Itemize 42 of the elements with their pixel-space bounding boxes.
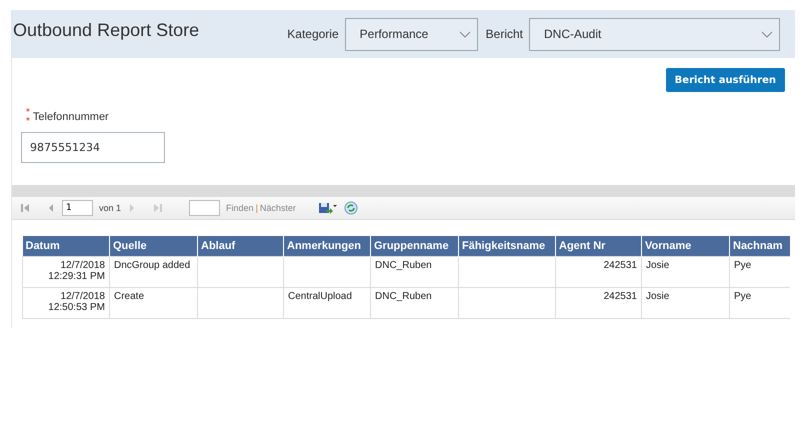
table-cell: CentralUpload	[288, 290, 352, 302]
table-cell: Pye	[734, 260, 752, 270]
chevron-icon	[458, 30, 471, 38]
table-cell: 12/7/2018 12:50:53 PM	[48, 290, 105, 312]
refresh-icon[interactable]	[344, 201, 358, 215]
filter-label: Kategorie	[287, 27, 339, 41]
table-cell: DNC_Ruben	[375, 260, 432, 270]
page-count: von 1	[99, 203, 122, 213]
filter-label: Bericht	[486, 27, 523, 41]
table-cell: Pye	[734, 290, 752, 302]
column-header: Nachnam	[730, 236, 790, 256]
save-icon[interactable]	[318, 202, 338, 214]
table-cell: DncGroup added	[114, 260, 190, 270]
column-header: Agent Nr	[556, 236, 642, 256]
table-cell: Josie	[646, 260, 670, 270]
table-cell: DNC_Ruben	[375, 290, 432, 302]
separator: |	[256, 203, 258, 213]
page-input[interactable]: 1	[62, 200, 93, 216]
run-report-button[interactable]: Bericht ausführen	[666, 68, 785, 92]
chevron-icon	[761, 30, 773, 38]
table-cell: Create	[114, 290, 144, 302]
required-marker: *	[26, 117, 30, 126]
column-header: Vorname	[642, 236, 730, 256]
first-page-icon[interactable]	[20, 203, 30, 213]
table-cell: 242531	[604, 290, 637, 302]
table-cell: 12/7/2018 12:29:31 PM	[48, 260, 105, 282]
column-header: Gruppenname	[370, 236, 458, 256]
column-header: Quelle	[110, 236, 198, 256]
column-header: Fähigkeitsname	[458, 236, 556, 256]
find-input[interactable]	[189, 200, 220, 216]
column-header: Ablauf	[198, 236, 284, 256]
table-cell: 242531	[604, 260, 637, 270]
table-cell: Josie	[646, 290, 670, 302]
filter-select[interactable]: Performance	[344, 18, 478, 50]
last-page-icon[interactable]	[153, 203, 164, 213]
required-marker: *	[26, 108, 30, 117]
filter-select[interactable]: DNC-Audit	[529, 18, 780, 50]
column-header: Anmerkungen	[284, 236, 370, 256]
field-label: Telefonnummer	[32, 111, 109, 123]
phone-input[interactable]: 9875551234	[21, 132, 165, 163]
column-header: Datum	[22, 236, 110, 256]
page-title: Outbound Report Store	[13, 20, 200, 40]
